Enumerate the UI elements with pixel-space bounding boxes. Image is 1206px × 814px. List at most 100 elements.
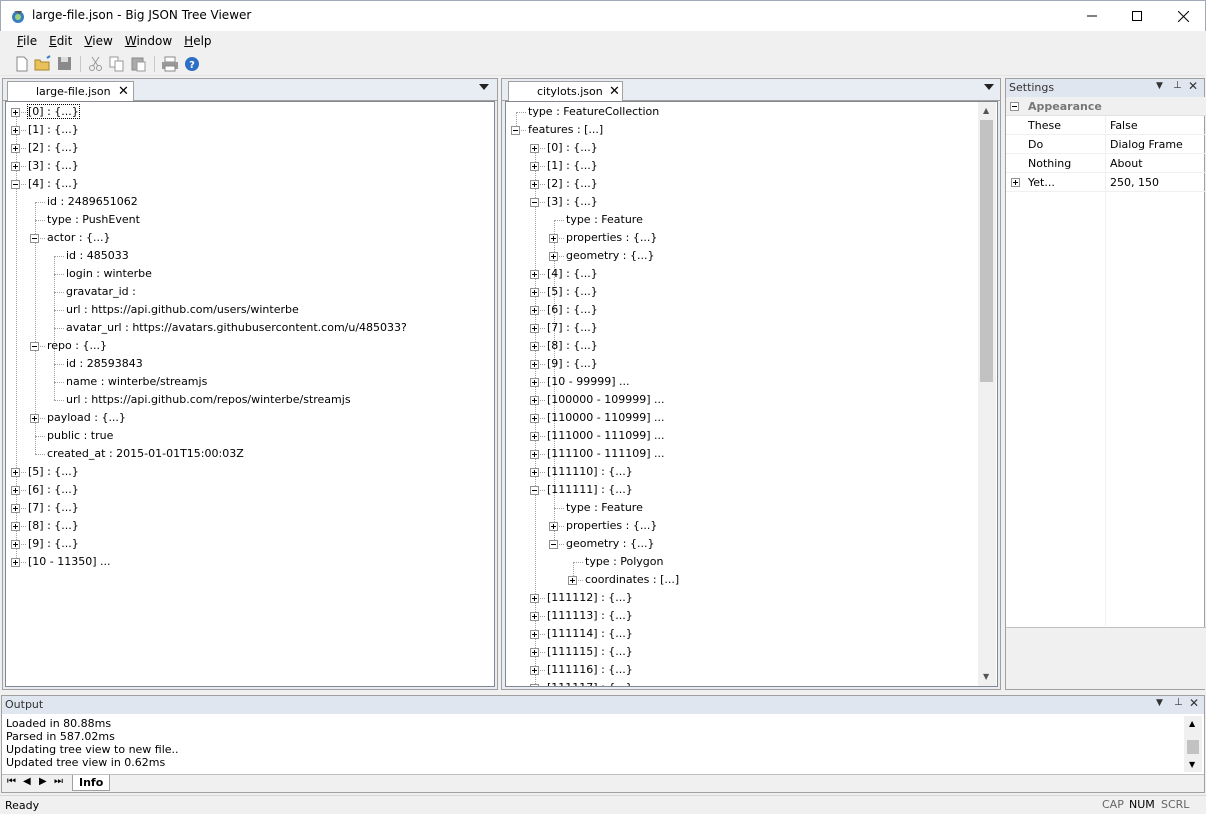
expand-icon[interactable] [549,252,558,261]
pin-icon[interactable]: ⊥ [1174,697,1183,708]
close-panel-icon[interactable]: ✕ [1188,79,1198,93]
tree-node[interactable]: gravatar_id : [66,283,136,301]
tree-node[interactable]: properties : {...} [566,517,657,535]
json-tree-view[interactable]: type : FeatureCollection features : [...]… [505,101,998,687]
tree-node[interactable]: payload : {...} [47,409,126,427]
copy-icon[interactable] [108,55,126,73]
tree-node[interactable]: [4] : {...} [28,175,79,193]
panel-menu-icon[interactable]: ▼ [1156,698,1163,708]
expand-icon[interactable] [11,540,20,549]
tree-node[interactable]: type : PushEvent [47,211,140,229]
tree-node[interactable]: id : 2489651062 [47,193,138,211]
close-tab-icon[interactable]: ✕ [118,84,129,99]
expand-icon[interactable] [530,468,539,477]
expand-icon[interactable] [549,234,558,243]
expand-icon[interactable] [549,522,558,531]
json-tree-view[interactable]: [0] : {...} [1] : {...} [2] : {...} [3] : {… [5,101,495,687]
tree-node[interactable]: [4] : {...} [547,265,598,283]
expand-icon[interactable] [530,306,539,315]
tree-node[interactable]: [9] : {...} [28,535,79,553]
expand-icon[interactable] [11,558,20,567]
property-value[interactable]: 250, 150 [1110,173,1159,192]
vertical-scrollbar[interactable]: ▲ ▼ [978,102,996,686]
tree-node[interactable]: properties : {...} [566,229,657,247]
expand-icon[interactable] [530,666,539,675]
tree-node[interactable]: [3] : {...} [28,157,79,175]
tab-info[interactable]: Info [72,775,110,791]
expand-icon[interactable] [530,288,539,297]
tree-node[interactable]: [3] : {...} [547,193,598,211]
next-tab-icon[interactable]: ▶ [39,776,47,787]
expand-icon[interactable] [530,450,539,459]
expand-icon[interactable] [530,162,539,171]
tree-node[interactable]: [1] : {...} [28,121,79,139]
tree-node[interactable]: [111110] : {...} [547,463,633,481]
expand-icon[interactable] [530,684,539,686]
collapse-icon[interactable] [511,126,520,135]
tab-large-file[interactable]: large-file.json ✕ [7,81,134,102]
expand-icon[interactable] [11,522,20,531]
property-value[interactable]: False [1110,116,1138,135]
tree-node[interactable]: actor : {...} [47,229,111,247]
tree-node[interactable]: url : https://api.github.com/repos/winte… [66,391,351,409]
tree-node[interactable]: coordinates : [...] [585,571,679,589]
tree-node[interactable]: name : winterbe/streamjs [66,373,207,391]
collapse-icon[interactable] [30,234,39,243]
maximize-button[interactable] [1114,1,1160,31]
menu-file[interactable]: File [11,31,43,48]
tree-node[interactable]: type : Feature [566,211,643,229]
expand-icon[interactable] [11,108,20,117]
expand-icon[interactable] [530,414,539,423]
collapse-icon[interactable] [530,198,539,207]
tree-node[interactable]: login : winterbe [66,265,152,283]
scroll-down-icon[interactable]: ▼ [983,672,989,681]
menu-window[interactable]: Window [119,31,178,48]
tree-node[interactable]: type : Polygon [585,553,664,571]
property-row[interactable]: Nothing About [1006,154,1206,173]
scroll-up-icon[interactable]: ▲ [983,106,989,115]
collapse-icon[interactable] [549,540,558,549]
tree-node[interactable]: [8] : {...} [28,517,79,535]
minimize-button[interactable] [1069,1,1115,31]
tree-node[interactable]: [5] : {...} [547,283,598,301]
property-row[interactable]: These False [1006,116,1206,135]
expand-icon[interactable] [11,162,20,171]
paste-icon[interactable] [130,55,148,73]
tab-list-dropdown-icon[interactable] [984,84,994,90]
tree-node[interactable]: [111111] : {...} [547,481,633,499]
property-row[interactable]: Yet... 250, 150 [1006,173,1206,192]
first-tab-icon[interactable]: ⏮ [7,776,16,787]
expand-icon[interactable] [530,594,539,603]
tree-node[interactable]: [111113] : {...} [547,607,633,625]
tree-node[interactable]: [2] : {...} [28,139,79,157]
new-file-icon[interactable] [13,55,31,73]
tree-node[interactable]: [5] : {...} [28,463,79,481]
tree-node[interactable]: public : true [47,427,113,445]
collapse-icon[interactable] [11,180,20,189]
tab-list-dropdown-icon[interactable] [479,84,489,90]
scrollbar-thumb[interactable] [1187,740,1199,754]
tree-node[interactable]: [111117] : {...} [547,679,633,686]
tree-node[interactable]: created_at : 2015-01-01T15:00:03Z [47,445,244,463]
expand-icon[interactable] [530,180,539,189]
menu-help[interactable]: Help [178,31,217,48]
tree-node[interactable]: [111114] : {...} [547,625,633,643]
expand-icon[interactable] [530,342,539,351]
pin-icon[interactable]: ⊥ [1173,80,1182,91]
tree-node[interactable]: [0] : {...} [27,103,80,121]
tree-node[interactable]: type : Feature [566,499,643,517]
tree-node[interactable]: [111115] : {...} [547,643,633,661]
tree-node[interactable]: [6] : {...} [547,301,598,319]
tree-node[interactable]: [100000 - 109999] ... [547,391,665,409]
prev-tab-icon[interactable]: ◀ [23,776,31,787]
tree-node[interactable]: [7] : {...} [547,319,598,337]
tree-node[interactable]: geometry : {...} [566,247,655,265]
save-icon[interactable] [56,55,74,73]
tree-node[interactable]: [0] : {...} [547,139,598,157]
close-panel-icon[interactable]: ✕ [1189,696,1199,710]
expand-icon[interactable] [11,486,20,495]
expand-icon[interactable] [530,648,539,657]
tree-node[interactable]: [111000 - 111099] ... [547,427,665,445]
scroll-up-icon[interactable]: ▲ [1189,719,1195,728]
collapse-icon[interactable] [30,342,39,351]
